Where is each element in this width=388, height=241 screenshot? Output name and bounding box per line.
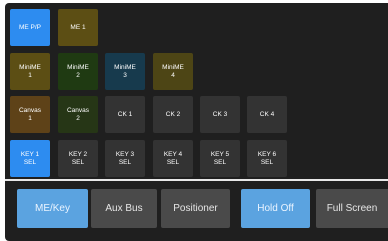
ck-1-button[interactable]: CK 1 — [105, 96, 145, 133]
button-label: CK 3 — [212, 110, 228, 118]
ck-2-button[interactable]: CK 2 — [153, 96, 193, 133]
button-label: Canvas — [18, 106, 42, 114]
tab-positioner[interactable]: Positioner — [161, 189, 230, 228]
button-label: KEY 5 — [210, 150, 230, 158]
button-sublabel: SEL — [213, 158, 227, 166]
button-label: CK 2 — [165, 110, 181, 118]
tab-me-key[interactable]: ME/Key — [17, 189, 88, 228]
canvas-1-button[interactable]: Canvas 1 — [10, 96, 50, 133]
tab-label: Positioner — [173, 203, 218, 214]
button-sublabel: 1 — [28, 71, 32, 79]
button-label: MiniME — [67, 63, 89, 71]
full-screen-button[interactable]: Full Screen — [316, 189, 388, 228]
tab-label: Full Screen — [326, 203, 378, 214]
button-sublabel: 1 — [28, 114, 32, 122]
button-label: KEY 2 — [68, 150, 88, 158]
key-5-sel-button[interactable]: KEY 5 SEL — [200, 140, 240, 177]
button-sublabel: SEL — [118, 158, 132, 166]
ck-4-button[interactable]: CK 4 — [247, 96, 287, 133]
tab-label: Aux Bus — [105, 203, 143, 214]
button-label: CK 1 — [117, 110, 133, 118]
key-3-sel-button[interactable]: KEY 3 SEL — [105, 140, 145, 177]
tab-aux-bus[interactable]: Aux Bus — [91, 189, 157, 228]
button-sublabel: 2 — [76, 114, 80, 122]
button-label: KEY 1 — [20, 150, 40, 158]
button-label: KEY 4 — [163, 150, 183, 158]
key-4-sel-button[interactable]: KEY 4 SEL — [153, 140, 193, 177]
key-1-sel-button[interactable]: KEY 1 SEL — [10, 140, 50, 177]
hold-off-button[interactable]: Hold Off — [241, 189, 310, 228]
button-sublabel: 4 — [171, 71, 175, 79]
key-2-sel-button[interactable]: KEY 2 SEL — [58, 140, 98, 177]
tab-label: ME/Key — [34, 203, 70, 214]
button-sublabel: 3 — [123, 71, 127, 79]
button-sublabel: 2 — [76, 71, 80, 79]
button-sublabel: SEL — [23, 158, 37, 166]
ck-3-button[interactable]: CK 3 — [200, 96, 240, 133]
button-label: MiniME — [19, 63, 41, 71]
minime-1-button[interactable]: MiniME 1 — [10, 53, 50, 90]
minime-3-button[interactable]: MiniME 3 — [105, 53, 145, 90]
button-label: ME 1 — [70, 23, 86, 31]
tab-label: Hold Off — [257, 203, 294, 214]
me-pp-button[interactable]: ME P/P — [10, 9, 50, 46]
canvas-2-button[interactable]: Canvas 2 — [58, 96, 98, 133]
me-1-button[interactable]: ME 1 — [58, 9, 98, 46]
switcher-panel: ME P/P ME 1 MiniME 1 MiniME 2 MiniME 3 M… — [0, 0, 388, 241]
source-grid-panel: ME P/P ME 1 MiniME 1 MiniME 2 MiniME 3 M… — [5, 3, 388, 179]
key-6-sel-button[interactable]: KEY 6 SEL — [247, 140, 287, 177]
minime-2-button[interactable]: MiniME 2 — [58, 53, 98, 90]
button-label: MiniME — [114, 63, 136, 71]
button-sublabel: SEL — [166, 158, 180, 166]
button-label: Canvas — [66, 106, 90, 114]
button-sublabel: SEL — [260, 158, 274, 166]
minime-4-button[interactable]: MiniME 4 — [153, 53, 193, 90]
button-sublabel: SEL — [71, 158, 85, 166]
button-label: KEY 3 — [115, 150, 135, 158]
button-label: ME P/P — [18, 23, 42, 31]
button-label: CK 4 — [259, 110, 275, 118]
button-label: MiniME — [162, 63, 184, 71]
button-label: KEY 6 — [257, 150, 277, 158]
